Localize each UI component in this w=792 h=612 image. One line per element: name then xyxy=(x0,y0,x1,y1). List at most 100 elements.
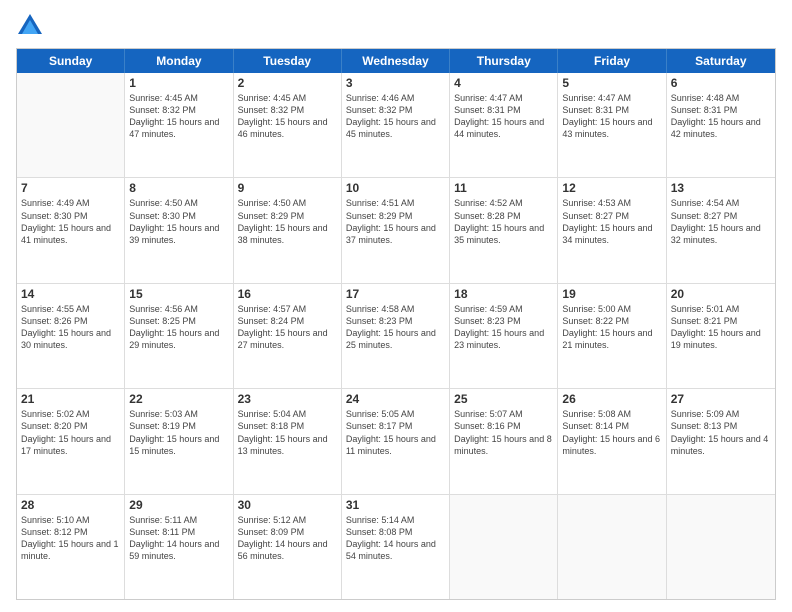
calendar-week-3: 14Sunrise: 4:55 AM Sunset: 8:26 PM Dayli… xyxy=(17,284,775,389)
day-number: 28 xyxy=(21,498,120,512)
calendar-header-row: SundayMondayTuesdayWednesdayThursdayFrid… xyxy=(17,49,775,73)
day-number: 4 xyxy=(454,76,553,90)
calendar-cell xyxy=(450,495,558,599)
calendar-cell: 15Sunrise: 4:56 AM Sunset: 8:25 PM Dayli… xyxy=(125,284,233,388)
header-day-tuesday: Tuesday xyxy=(234,49,342,73)
calendar-cell: 12Sunrise: 4:53 AM Sunset: 8:27 PM Dayli… xyxy=(558,178,666,282)
cell-info: Sunrise: 5:14 AM Sunset: 8:08 PM Dayligh… xyxy=(346,514,445,563)
calendar-cell: 19 Sunrise: 5:00 AM Sunset: 8:22 PM Dayli… xyxy=(558,284,666,388)
cell-info: Sunrise: 4:48 AM Sunset: 8:31 PM Dayligh… xyxy=(671,92,771,141)
calendar-cell: 10 Sunrise: 4:51 AM Sunset: 8:29 PM Dayli… xyxy=(342,178,450,282)
day-number: 14 xyxy=(21,287,120,301)
calendar-cell: 2 Sunrise: 4:45 AM Sunset: 8:32 PM Daylig… xyxy=(234,73,342,177)
header-day-thursday: Thursday xyxy=(450,49,558,73)
cell-info: Sunrise: 5:00 AM Sunset: 8:22 PM Dayligh… xyxy=(562,303,661,352)
calendar-cell: 25Sunrise: 5:07 AM Sunset: 8:16 PM Dayli… xyxy=(450,389,558,493)
header xyxy=(16,12,776,40)
calendar-cell: 14Sunrise: 4:55 AM Sunset: 8:26 PM Dayli… xyxy=(17,284,125,388)
day-number: 20 xyxy=(671,287,771,301)
cell-info: Sunrise: 4:47 AM Sunset: 8:31 PM Dayligh… xyxy=(454,92,553,141)
calendar-cell: 28 Sunrise: 5:10 AM Sunset: 8:12 PM Dayli… xyxy=(17,495,125,599)
day-number: 18 xyxy=(454,287,553,301)
header-day-sunday: Sunday xyxy=(17,49,125,73)
day-number: 13 xyxy=(671,181,771,195)
cell-info: Sunrise: 4:45 AM Sunset: 8:32 PM Dayligh… xyxy=(238,92,337,141)
calendar-cell: 7 Sunrise: 4:49 AM Sunset: 8:30 PM Daylig… xyxy=(17,178,125,282)
cell-info: Sunrise: 4:57 AM Sunset: 8:24 PM Dayligh… xyxy=(238,303,337,352)
calendar-cell: 9 Sunrise: 4:50 AM Sunset: 8:29 PM Daylig… xyxy=(234,178,342,282)
header-day-monday: Monday xyxy=(125,49,233,73)
calendar-cell xyxy=(667,495,775,599)
calendar-cell: 6 Sunrise: 4:48 AM Sunset: 8:31 PM Daylig… xyxy=(667,73,775,177)
day-number: 23 xyxy=(238,392,337,406)
day-number: 15 xyxy=(129,287,228,301)
calendar-cell: 21 Sunrise: 5:02 AM Sunset: 8:20 PM Dayli… xyxy=(17,389,125,493)
calendar-cell: 27 Sunrise: 5:09 AM Sunset: 8:13 PM Dayli… xyxy=(667,389,775,493)
cell-info: Sunrise: 4:58 AM Sunset: 8:23 PM Dayligh… xyxy=(346,303,445,352)
calendar-cell: 3 Sunrise: 4:46 AM Sunset: 8:32 PM Daylig… xyxy=(342,73,450,177)
day-number: 7 xyxy=(21,181,120,195)
calendar-cell: 24 Sunrise: 5:05 AM Sunset: 8:17 PM Dayli… xyxy=(342,389,450,493)
calendar-week-5: 28 Sunrise: 5:10 AM Sunset: 8:12 PM Dayli… xyxy=(17,495,775,599)
logo xyxy=(16,12,48,40)
calendar-cell: 1Sunrise: 4:45 AM Sunset: 8:32 PM Daylig… xyxy=(125,73,233,177)
cell-info: Sunrise: 4:50 AM Sunset: 8:30 PM Dayligh… xyxy=(129,197,228,246)
calendar: SundayMondayTuesdayWednesdayThursdayFrid… xyxy=(16,48,776,600)
calendar-cell: 20 Sunrise: 5:01 AM Sunset: 8:21 PM Dayli… xyxy=(667,284,775,388)
calendar-cell: 29 Sunrise: 5:11 AM Sunset: 8:11 PM Dayli… xyxy=(125,495,233,599)
day-number: 22 xyxy=(129,392,228,406)
cell-info: Sunrise: 4:53 AM Sunset: 8:27 PM Dayligh… xyxy=(562,197,661,246)
day-number: 19 xyxy=(562,287,661,301)
calendar-cell: 31 Sunrise: 5:14 AM Sunset: 8:08 PM Dayli… xyxy=(342,495,450,599)
header-day-friday: Friday xyxy=(558,49,666,73)
day-number: 3 xyxy=(346,76,445,90)
cell-info: Sunrise: 4:51 AM Sunset: 8:29 PM Dayligh… xyxy=(346,197,445,246)
calendar-cell: 13 Sunrise: 4:54 AM Sunset: 8:27 PM Dayli… xyxy=(667,178,775,282)
calendar-week-1: 1Sunrise: 4:45 AM Sunset: 8:32 PM Daylig… xyxy=(17,73,775,178)
cell-info: Sunrise: 4:46 AM Sunset: 8:32 PM Dayligh… xyxy=(346,92,445,141)
calendar-cell: 23 Sunrise: 5:04 AM Sunset: 8:18 PM Dayli… xyxy=(234,389,342,493)
calendar-week-4: 21 Sunrise: 5:02 AM Sunset: 8:20 PM Dayli… xyxy=(17,389,775,494)
cell-info: Sunrise: 4:45 AM Sunset: 8:32 PM Dayligh… xyxy=(129,92,228,141)
day-number: 31 xyxy=(346,498,445,512)
cell-info: Sunrise: 5:01 AM Sunset: 8:21 PM Dayligh… xyxy=(671,303,771,352)
day-number: 16 xyxy=(238,287,337,301)
cell-info: Sunrise: 4:59 AM Sunset: 8:23 PM Dayligh… xyxy=(454,303,553,352)
day-number: 24 xyxy=(346,392,445,406)
day-number: 27 xyxy=(671,392,771,406)
cell-info: Sunrise: 4:54 AM Sunset: 8:27 PM Dayligh… xyxy=(671,197,771,246)
calendar-cell: 22Sunrise: 5:03 AM Sunset: 8:19 PM Dayli… xyxy=(125,389,233,493)
day-number: 6 xyxy=(671,76,771,90)
calendar-cell: 4 Sunrise: 4:47 AM Sunset: 8:31 PM Daylig… xyxy=(450,73,558,177)
cell-info: Sunrise: 4:52 AM Sunset: 8:28 PM Dayligh… xyxy=(454,197,553,246)
day-number: 2 xyxy=(238,76,337,90)
day-number: 30 xyxy=(238,498,337,512)
cell-info: Sunrise: 5:02 AM Sunset: 8:20 PM Dayligh… xyxy=(21,408,120,457)
cell-info: Sunrise: 4:50 AM Sunset: 8:29 PM Dayligh… xyxy=(238,197,337,246)
cell-info: Sunrise: 5:10 AM Sunset: 8:12 PM Dayligh… xyxy=(21,514,120,563)
day-number: 21 xyxy=(21,392,120,406)
day-number: 25 xyxy=(454,392,553,406)
calendar-cell: 8Sunrise: 4:50 AM Sunset: 8:30 PM Daylig… xyxy=(125,178,233,282)
cell-info: Sunrise: 5:05 AM Sunset: 8:17 PM Dayligh… xyxy=(346,408,445,457)
day-number: 29 xyxy=(129,498,228,512)
calendar-cell: 5Sunrise: 4:47 AM Sunset: 8:31 PM Daylig… xyxy=(558,73,666,177)
cell-info: Sunrise: 5:11 AM Sunset: 8:11 PM Dayligh… xyxy=(129,514,228,563)
day-number: 17 xyxy=(346,287,445,301)
calendar-week-2: 7 Sunrise: 4:49 AM Sunset: 8:30 PM Daylig… xyxy=(17,178,775,283)
cell-info: Sunrise: 5:08 AM Sunset: 8:14 PM Dayligh… xyxy=(562,408,661,457)
calendar-cell: 11 Sunrise: 4:52 AM Sunset: 8:28 PM Dayli… xyxy=(450,178,558,282)
header-day-wednesday: Wednesday xyxy=(342,49,450,73)
cell-info: Sunrise: 5:04 AM Sunset: 8:18 PM Dayligh… xyxy=(238,408,337,457)
day-number: 9 xyxy=(238,181,337,195)
cell-info: Sunrise: 4:49 AM Sunset: 8:30 PM Dayligh… xyxy=(21,197,120,246)
calendar-cell: 17 Sunrise: 4:58 AM Sunset: 8:23 PM Dayli… xyxy=(342,284,450,388)
day-number: 10 xyxy=(346,181,445,195)
calendar-cell: 26 Sunrise: 5:08 AM Sunset: 8:14 PM Dayli… xyxy=(558,389,666,493)
day-number: 26 xyxy=(562,392,661,406)
cell-info: Sunrise: 5:09 AM Sunset: 8:13 PM Dayligh… xyxy=(671,408,771,457)
day-number: 11 xyxy=(454,181,553,195)
logo-icon xyxy=(16,12,44,40)
calendar-cell: 30Sunrise: 5:12 AM Sunset: 8:09 PM Dayli… xyxy=(234,495,342,599)
day-number: 5 xyxy=(562,76,661,90)
